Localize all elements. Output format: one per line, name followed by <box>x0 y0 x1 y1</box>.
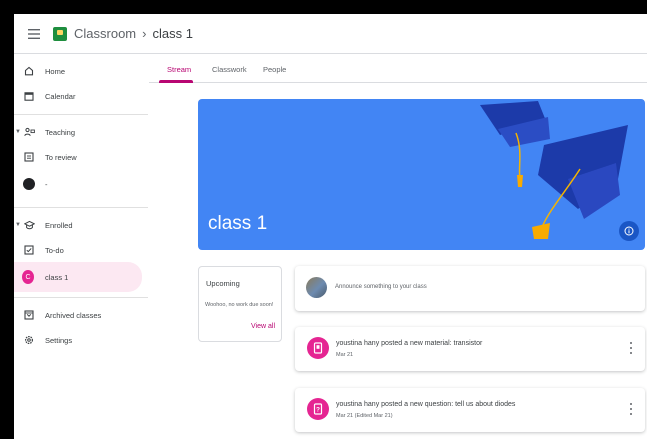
expand-arrow-icon[interactable]: ▼ <box>15 222 21 228</box>
sidebar-divider <box>14 207 148 208</box>
active-tab-indicator <box>159 80 193 83</box>
sidebar-item-settings[interactable]: Settings <box>14 327 142 353</box>
tab-stream[interactable]: Stream <box>167 55 191 83</box>
class-info-button[interactable] <box>619 221 639 241</box>
question-icon: ? <box>307 398 329 420</box>
post-title: youstina hany posted a new question: tel… <box>336 401 516 408</box>
post-date: Mar 21 <box>336 352 354 358</box>
top-bar: Classroom › class 1 <box>14 14 647 54</box>
classroom-logo-icon[interactable] <box>53 26 67 41</box>
breadcrumb-class: class 1 <box>152 26 193 41</box>
announce-box[interactable]: Announce something to your class <box>295 266 645 311</box>
expand-arrow-icon[interactable]: ▼ <box>15 129 21 135</box>
post-date: Mar 21 (Edited Mar 21) <box>336 413 393 419</box>
sidebar-item-archived-classes[interactable]: Archived classes <box>14 302 142 328</box>
todo-icon <box>23 244 35 256</box>
banner-class-title: class 1 <box>208 213 268 234</box>
sidebar-item-label: class 1 <box>45 272 69 282</box>
class-banner: class 1 <box>198 99 645 250</box>
main-menu-button[interactable] <box>25 25 43 43</box>
avatar <box>306 277 327 298</box>
sidebar-item-class[interactable]: - <box>14 171 142 197</box>
sidebar-item-label: To-do <box>45 245 64 255</box>
home-icon <box>23 65 35 77</box>
tab-people[interactable]: People <box>263 55 286 83</box>
sidebar-item-class-1[interactable]: C class 1 <box>14 262 142 292</box>
more-options-button[interactable] <box>626 341 636 355</box>
material-icon <box>307 337 329 359</box>
review-icon <box>23 151 35 163</box>
post-title: youstina hany posted a new material: tra… <box>336 340 483 347</box>
sidebar-item-label: - <box>45 179 48 189</box>
breadcrumb-separator: › <box>142 26 147 41</box>
gear-icon <box>23 334 35 346</box>
sidebar-divider <box>14 297 148 298</box>
sidebar-item-to-review[interactable]: To review <box>14 144 142 170</box>
sidebar-item-label: To review <box>45 152 77 162</box>
calendar-icon <box>23 90 35 102</box>
sidebar: Home Calendar ▼ Teaching To review - ▼ E… <box>14 55 148 439</box>
sidebar-item-label: Calendar <box>45 91 76 101</box>
sidebar-item-calendar[interactable]: Calendar <box>14 83 142 109</box>
view-all-link[interactable]: View all <box>251 323 275 330</box>
sidebar-item-home[interactable]: Home <box>14 58 142 84</box>
sidebar-item-label: Archived classes <box>45 310 102 320</box>
sidebar-divider <box>14 114 148 115</box>
enrolled-icon <box>23 219 35 231</box>
tab-classwork[interactable]: Classwork <box>212 55 247 83</box>
class-avatar-icon <box>23 178 35 190</box>
menu-icon <box>28 28 40 39</box>
upcoming-title: Upcoming <box>206 279 240 288</box>
sidebar-item-label: Home <box>45 66 66 76</box>
sidebar-item-enrolled[interactable]: ▼ Enrolled <box>14 212 142 238</box>
more-options-button[interactable] <box>626 402 636 416</box>
teaching-icon <box>23 126 35 138</box>
upcoming-card: Upcoming Woohoo, no work due soon! View … <box>198 266 282 342</box>
archive-icon <box>23 309 35 321</box>
sidebar-item-label: Settings <box>45 335 73 345</box>
stream-post[interactable]: youstina hany posted a new material: tra… <box>295 327 645 371</box>
sidebar-item-label: Teaching <box>45 127 76 137</box>
breadcrumb-app[interactable]: Classroom <box>74 26 136 41</box>
stream-post[interactable]: ? youstina hany posted a new question: t… <box>295 388 645 432</box>
classroom-window: Classroom › class 1 Home Calendar ▼ Teac… <box>14 14 647 439</box>
sidebar-item-teaching[interactable]: ▼ Teaching <box>14 119 142 145</box>
sidebar-item-label: Enrolled <box>45 220 73 230</box>
info-icon <box>624 226 634 236</box>
upcoming-message: Woohoo, no work due soon! <box>205 302 274 308</box>
sidebar-item-to-do[interactable]: To-do <box>14 237 142 263</box>
svg-text:?: ? <box>316 407 320 414</box>
announce-placeholder: Announce something to your class <box>335 284 427 290</box>
class-avatar-icon: C <box>22 270 34 284</box>
class-tabs: Stream Classwork People <box>149 55 647 83</box>
